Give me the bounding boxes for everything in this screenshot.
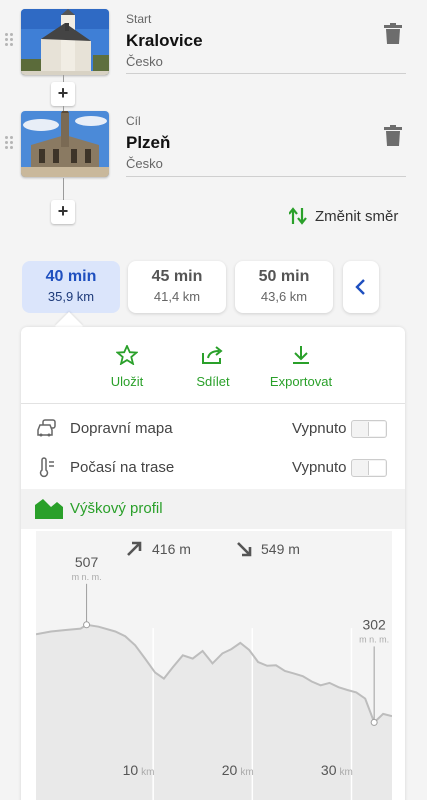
download-icon: [293, 346, 309, 364]
destination-type-label: Cíl: [126, 114, 141, 128]
route-detail-card: Uložit Sdílet Exportovat Dopravní mapa V…: [21, 327, 405, 800]
weather-value: Vypnuto: [292, 459, 347, 476]
end-elevation-label: 302: [362, 616, 386, 632]
swap-direction-button[interactable]: Změnit směr: [289, 206, 398, 226]
x-tick-label: 30: [321, 762, 337, 778]
max-elevation-point: [83, 621, 91, 629]
divider: [21, 403, 405, 404]
traffic-map-toggle[interactable]: [351, 420, 387, 438]
start-country: Česko: [126, 54, 163, 69]
route-time: 50 min: [258, 268, 310, 285]
x-tick-unit: km: [339, 767, 352, 778]
mountain-icon: [35, 499, 63, 519]
max-elevation-unit: m n. m.: [72, 572, 102, 582]
end-elevation-point: [370, 718, 378, 726]
thermometer-icon: [39, 457, 54, 478]
weather-label: Počasí na trase: [70, 459, 175, 476]
traffic-map-label: Dopravní mapa: [70, 420, 173, 437]
route-distance: 41,4 km: [153, 289, 201, 304]
route-time: 40 min: [45, 268, 97, 285]
star-icon: [115, 343, 139, 366]
destination-thumbnail: [21, 111, 109, 177]
export-button[interactable]: Exportovat: [267, 345, 335, 389]
ascent-value: 416 m: [152, 541, 191, 557]
delete-destination-trash-icon[interactable]: [384, 125, 402, 147]
elevation-chart: 416 m 549 m 507m n. m.302m n. m. 10 km 20 k…: [36, 531, 392, 800]
route-time: 45 min: [151, 268, 203, 285]
start-divider: [126, 73, 406, 74]
chevron-left-icon: [355, 279, 365, 295]
weather-toggle[interactable]: [351, 459, 387, 477]
traffic-map-value: Vypnuto: [292, 420, 347, 437]
x-tick-unit: km: [240, 767, 253, 778]
route-option-1[interactable]: 40 min 35,9 km: [22, 261, 120, 313]
route-option-3[interactable]: 50 min 43,6 km: [235, 261, 333, 313]
start-thumbnail: [21, 9, 109, 75]
route-option-2[interactable]: 45 min 41,4 km: [128, 261, 226, 313]
max-elevation-label: 507: [75, 554, 99, 570]
share-icon: [202, 346, 223, 364]
drag-handle-icon[interactable]: [5, 136, 15, 150]
end-elevation-unit: m n. m.: [359, 634, 389, 644]
add-waypoint-button[interactable]: +: [51, 82, 75, 106]
destination-divider: [126, 176, 406, 177]
destination-country: Česko: [126, 156, 163, 171]
elevation-profile-header[interactable]: Výškový profil: [21, 489, 405, 529]
x-tick-label: 20: [222, 762, 238, 778]
add-waypoint-button[interactable]: +: [51, 200, 75, 224]
traffic-car-icon: [37, 419, 56, 437]
route-distance: 35,9 km: [47, 289, 95, 304]
route-distance: 43,6 km: [260, 289, 308, 304]
start-type-label: Start: [126, 12, 152, 26]
more-routes-button[interactable]: [343, 261, 379, 313]
swap-direction-label: Změnit směr: [315, 207, 399, 225]
descent-value: 549 m: [261, 541, 300, 557]
share-label: Sdílet: [196, 374, 230, 389]
drag-handle-icon[interactable]: [5, 33, 15, 47]
export-label: Exportovat: [269, 374, 333, 389]
x-tick-label: 10: [123, 762, 139, 778]
swap-arrows-icon: [289, 207, 307, 225]
delete-start-trash-icon[interactable]: [384, 23, 402, 45]
route-connector: [63, 178, 64, 200]
save-label: Uložit: [110, 374, 144, 389]
share-button[interactable]: Sdílet: [191, 345, 235, 389]
save-button[interactable]: Uložit: [105, 343, 149, 389]
start-name[interactable]: Kralovice: [126, 31, 203, 51]
destination-name[interactable]: Plzeň: [126, 133, 170, 153]
elevation-profile-title: Výškový profil: [70, 500, 163, 517]
x-tick-unit: km: [141, 767, 154, 778]
